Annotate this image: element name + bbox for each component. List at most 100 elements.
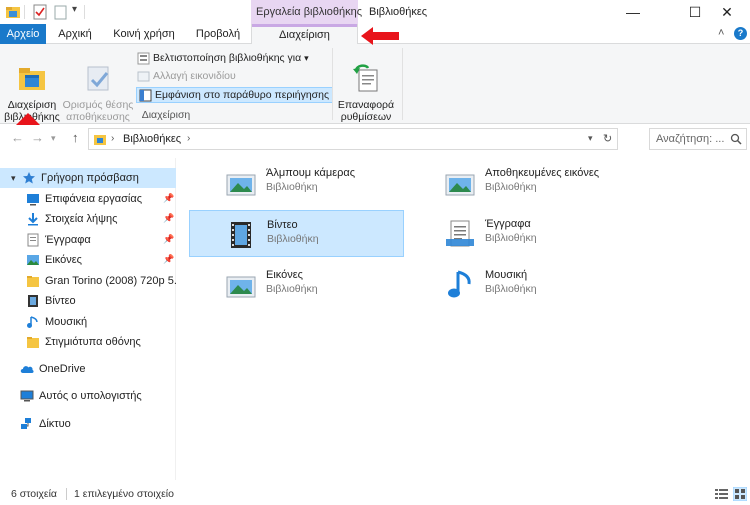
address-dropdown-icon[interactable]: ▾ — [588, 133, 593, 144]
music-icon — [27, 316, 38, 328]
nav-item-screenshots[interactable]: Στιγμιότυπα οθόνης — [0, 332, 176, 352]
show-in-nav-pane-button[interactable]: Εμφάνιση στο παράθυρο περιήγησης — [136, 87, 334, 103]
optimize-library-button[interactable]: Βελτιστοποίηση βιβλιοθήκης για ▾ — [137, 50, 309, 66]
library-type: Βιβλιοθήκη — [485, 181, 537, 193]
up-icon[interactable]: ↑ — [72, 130, 79, 145]
properties-icon[interactable] — [32, 4, 48, 20]
window-title: Βιβλιοθήκες — [369, 6, 428, 18]
ribbon: Διαχείριση βιβλιοθήκης Ορισμός θέσης απο… — [0, 44, 750, 124]
library-item[interactable]: Έγγραφα Βιβλιοθήκη — [435, 210, 620, 256]
nav-pane-icon — [139, 89, 152, 101]
library-item[interactable]: Άλμπουμ κάμερας Βιβλιοθήκη — [216, 159, 401, 205]
restore-settings-button[interactable]: Επαναφορά ρυθμίσεων — [336, 48, 396, 123]
close-button[interactable]: ✕ — [704, 0, 750, 24]
divider — [24, 5, 25, 19]
library-item[interactable]: Αποθηκευμένες εικόνες Βιβλιοθήκη — [435, 159, 620, 205]
address-bar[interactable]: › Βιβλιοθήκες › ▾ ↻ — [88, 128, 618, 150]
new-folder-icon[interactable] — [53, 4, 69, 20]
manage-library-icon — [19, 68, 45, 90]
pin-icon[interactable]: 📌 — [163, 234, 174, 245]
library-item-selected[interactable]: Βίντεο Βιβλιοθήκη — [189, 210, 404, 257]
nav-item-label: Έγγραφα — [45, 234, 91, 246]
library-name: Έγγραφα — [485, 218, 531, 230]
ribbon-group-label: Διαχείριση — [141, 109, 191, 121]
tab-view[interactable]: Προβολή — [188, 24, 248, 44]
pin-icon[interactable]: 📌 — [163, 213, 174, 224]
tab-file[interactable]: Αρχείο — [0, 24, 46, 44]
save-location-icon — [87, 66, 109, 91]
status-bar: 6 στοιχεία 1 επιλεγμένο στοιχείο — [0, 482, 750, 505]
folder-icon — [27, 276, 39, 287]
pictures-icon — [27, 255, 39, 265]
back-icon[interactable]: ← — [11, 130, 24, 145]
tab-manage[interactable]: Διαχείριση — [251, 24, 358, 45]
library-name: Μουσική — [485, 269, 528, 281]
quick-access-toolbar-dropdown[interactable]: ▾ — [72, 4, 77, 15]
minimize-button[interactable]: — — [610, 0, 656, 24]
annotation-arrow-left — [361, 27, 399, 45]
nav-item-onedrive[interactable]: OneDrive — [0, 359, 176, 379]
chevron-up-icon[interactable]: ˄ — [718, 27, 724, 39]
set-save-location-button[interactable]: Ορισμός θέσης αποθήκευσης — [62, 48, 134, 123]
nav-item-videos[interactable]: Βίντεο — [0, 291, 176, 311]
nav-item-this-pc[interactable]: Αυτός ο υπολογιστής — [0, 386, 176, 406]
title-bar: ▾ Εργαλεία βιβλιοθήκης Βιβλιοθήκες — ☐ ✕ — [0, 0, 750, 24]
divider — [84, 5, 85, 19]
star-icon — [23, 172, 35, 184]
library-name: Βίντεο — [267, 219, 298, 231]
search-placeholder: Αναζήτηση: ... — [656, 133, 725, 145]
nav-item-label: Δίκτυο — [39, 418, 71, 430]
tab-share[interactable]: Κοινή χρήση — [104, 24, 184, 44]
address-bar-row: ← → ▾ ↑ › Βιβλιοθήκες › ▾ ↻ Αναζήτηση: .… — [0, 125, 750, 153]
divider — [66, 488, 67, 500]
divider — [402, 48, 403, 120]
nav-item-network[interactable]: Δίκτυο — [0, 414, 176, 434]
item-count: 6 στοιχεία — [11, 488, 58, 500]
nav-item-desktop[interactable]: Επιφάνεια εργασίας — [0, 189, 176, 209]
nav-quick-access[interactable]: ▾ Γρήγορη πρόσβαση — [0, 168, 176, 188]
help-icon[interactable]: ? — [734, 27, 747, 40]
search-icon — [730, 133, 742, 145]
nav-item-gran-torino[interactable]: Gran Torino (2008) 720p 5.1 E — [0, 271, 176, 291]
tab-home[interactable]: Αρχική — [50, 24, 100, 44]
large-icons-view-icon[interactable] — [733, 487, 747, 501]
video-library-icon — [231, 222, 251, 248]
nav-item-label: Στιγμιότυπα οθόνης — [45, 336, 141, 348]
search-input[interactable]: Αναζήτηση: ... — [649, 128, 747, 150]
library-type: Βιβλιοθήκη — [267, 233, 319, 245]
library-type: Βιβλιοθήκη — [485, 283, 537, 295]
library-type: Βιβλιοθήκη — [485, 232, 537, 244]
library-name: Αποθηκευμένες εικόνες — [485, 167, 600, 179]
nav-item-music[interactable]: Μουσική — [0, 312, 176, 332]
details-view-icon[interactable] — [715, 488, 728, 500]
library-item[interactable]: Μουσική Βιβλιοθήκη — [435, 261, 620, 307]
breadcrumb[interactable]: Βιβλιοθήκες — [123, 133, 181, 145]
recent-locations-icon[interactable]: ▾ — [51, 133, 56, 144]
forward-icon[interactable]: → — [31, 130, 44, 145]
library-name: Εικόνες — [266, 269, 303, 281]
nav-item-label: Στοιχεία λήψης — [45, 213, 118, 225]
optimize-library-label: Βελτιστοποίηση βιβλιοθήκης για — [153, 52, 302, 64]
breadcrumb-separator-icon[interactable]: › — [111, 133, 114, 144]
nav-item-pictures[interactable]: Εικόνες — [0, 250, 176, 270]
picture-library-icon — [226, 174, 256, 196]
pin-icon[interactable]: 📌 — [163, 254, 174, 265]
change-icon-button[interactable]: Αλλαγή εικονιδίου — [137, 68, 236, 84]
picture-library-icon — [226, 276, 256, 298]
nav-item-label: Γρήγορη πρόσβαση — [41, 172, 139, 184]
breadcrumb-separator-icon[interactable]: › — [187, 133, 190, 144]
library-icon[interactable] — [5, 4, 21, 20]
pin-icon[interactable]: 📌 — [163, 193, 174, 204]
nav-item-label: Βίντεο — [45, 295, 76, 307]
dropdown-arrow-icon: ▾ — [304, 52, 309, 63]
chevron-down-icon[interactable]: ▾ — [11, 173, 16, 184]
refresh-icon[interactable]: ↻ — [603, 132, 612, 145]
nav-item-downloads[interactable]: Στοιχεία λήψης — [0, 209, 176, 229]
optimize-icon — [137, 52, 150, 64]
contextual-group-label: Εργαλεία βιβλιοθήκης — [256, 6, 363, 18]
library-item[interactable]: Εικόνες Βιβλιοθήκη — [216, 261, 401, 307]
nav-item-documents[interactable]: Έγγραφα — [0, 230, 176, 250]
restore-settings-label: Επαναφορά ρυθμίσεων — [337, 99, 395, 123]
nav-item-label: Εικόνες — [45, 254, 82, 266]
show-in-nav-pane-label: Εμφάνιση στο παράθυρο περιήγησης — [155, 89, 330, 101]
